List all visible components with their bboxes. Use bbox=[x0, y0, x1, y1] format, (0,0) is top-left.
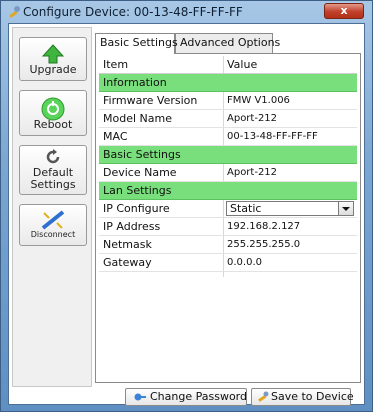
default-settings-label-line2: Settings bbox=[30, 178, 76, 191]
table-row-model-name[interactable]: Model Name Aport-212 bbox=[99, 110, 357, 128]
disconnect-label: Disconnect bbox=[30, 230, 76, 239]
wrench-icon bbox=[7, 5, 21, 19]
tab-strip: Basic Settings Advanced Options bbox=[95, 33, 361, 54]
table-row-firmware-version[interactable]: Firmware Version FMW V1.006 bbox=[99, 92, 357, 110]
ip-address-field[interactable]: 192.168.2.127 bbox=[227, 218, 300, 235]
row-label: Device Name bbox=[103, 166, 177, 179]
change-password-label: Change Password bbox=[150, 390, 247, 403]
section-row-information[interactable]: Information bbox=[99, 74, 357, 92]
row-label: Gateway bbox=[103, 256, 152, 269]
model-name-value: Aport-212 bbox=[227, 113, 278, 124]
change-password-button[interactable]: Change Password bbox=[125, 388, 247, 406]
device-name-field[interactable]: Aport-212 bbox=[227, 164, 277, 181]
settings-grid: Item Value Information Firmware Version … bbox=[99, 56, 357, 277]
upgrade-label: Upgrade bbox=[29, 63, 77, 76]
dropdown-button[interactable] bbox=[338, 202, 353, 215]
reboot-button[interactable]: Reboot bbox=[19, 90, 87, 136]
section-label: Lan Settings bbox=[103, 184, 172, 197]
netmask-field[interactable]: 255.255.255.0 bbox=[227, 236, 300, 253]
row-label: IP Configure bbox=[103, 202, 170, 215]
item-column-header: Item bbox=[103, 58, 129, 71]
row-label: Firmware Version bbox=[103, 94, 198, 107]
upgrade-button[interactable]: Upgrade bbox=[19, 37, 87, 81]
mac-value: 00-13-48-FF-FF-FF bbox=[227, 131, 318, 142]
chevron-down-icon bbox=[342, 207, 350, 211]
row-label: Model Name bbox=[103, 112, 172, 125]
content-area: Basic Settings Advanced Options Item Val… bbox=[95, 27, 361, 387]
ip-configure-select[interactable]: Static bbox=[226, 201, 354, 216]
row-label: MAC bbox=[103, 130, 128, 143]
value-column-header: Value bbox=[227, 58, 258, 71]
save-to-device-label: Save to Device bbox=[271, 390, 354, 403]
table-row-ip-configure[interactable]: IP Configure Static bbox=[99, 200, 357, 218]
grid-header: Item Value bbox=[99, 56, 357, 74]
title-bar[interactable]: Configure Device: 00-13-48-FF-FF-FF x bbox=[1, 1, 372, 23]
ip-configure-selected-value: Static bbox=[230, 202, 262, 215]
table-row-gateway[interactable]: Gateway 0.0.0.0 bbox=[99, 254, 357, 272]
tab-basic-settings[interactable]: Basic Settings bbox=[95, 33, 178, 54]
row-label: Netmask bbox=[103, 238, 152, 251]
disconnect-button[interactable]: Disconnect bbox=[19, 204, 87, 246]
tab-advanced-options[interactable]: Advanced Options bbox=[175, 33, 280, 53]
table-row-device-name[interactable]: Device Name Aport-212 bbox=[99, 164, 357, 182]
sidebar: Upgrade Reboot Default Settings Disconne… bbox=[12, 27, 92, 387]
table-row-mac[interactable]: MAC 00-13-48-FF-FF-FF bbox=[99, 128, 357, 146]
settings-panel: Item Value Information Firmware Version … bbox=[95, 53, 361, 383]
reboot-label: Reboot bbox=[33, 118, 73, 131]
table-row-ip-address[interactable]: IP Address 192.168.2.127 bbox=[99, 218, 357, 236]
client-area: Upgrade Reboot Default Settings Disconne… bbox=[8, 23, 365, 406]
section-label: Information bbox=[103, 76, 167, 89]
section-label: Basic Settings bbox=[103, 148, 181, 161]
default-settings-button[interactable]: Default Settings bbox=[19, 145, 87, 195]
action-bar: Change Password Save to Device bbox=[95, 388, 361, 406]
configure-device-window: Configure Device: 00-13-48-FF-FF-FF x Up… bbox=[0, 0, 373, 412]
row-label: IP Address bbox=[103, 220, 161, 233]
save-to-device-button[interactable]: Save to Device bbox=[251, 388, 354, 408]
close-button[interactable]: x bbox=[324, 3, 364, 19]
wrench-icon bbox=[257, 391, 269, 408]
table-row-netmask[interactable]: Netmask 255.255.255.0 bbox=[99, 236, 357, 254]
gateway-field[interactable]: 0.0.0.0 bbox=[227, 254, 262, 271]
section-row-basic-settings[interactable]: Basic Settings bbox=[99, 146, 357, 164]
window-title: Configure Device: 00-13-48-FF-FF-FF bbox=[23, 5, 243, 19]
section-row-lan-settings[interactable]: Lan Settings bbox=[99, 182, 357, 200]
key-icon bbox=[134, 391, 146, 408]
firmware-version-value: FMW V1.006 bbox=[227, 95, 290, 106]
